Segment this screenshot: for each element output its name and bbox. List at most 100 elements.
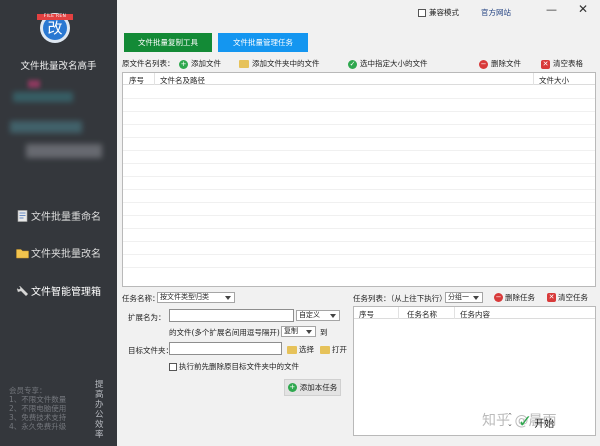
app-logo: 改 FILE REN [37, 13, 73, 43]
to-label: 到 [320, 328, 328, 337]
task-name-select[interactable]: 按文件类型归类 [157, 292, 235, 303]
column-header: 序号 [359, 310, 374, 319]
delete-file-button[interactable]: − 删除文件 [479, 58, 521, 70]
tab-batch-manage-tasks[interactable]: 文件批量管理任务 [218, 33, 308, 52]
row-divider [123, 189, 595, 190]
app-logo-ribbon: FILE REN [37, 14, 73, 20]
start-button-label: 开始 [534, 418, 555, 430]
sidebar-item-smart-toolbox[interactable]: 文件智能管理箱 [16, 283, 101, 298]
select-by-size-label: 选中指定大小的文件 [360, 59, 428, 68]
compat-mode-checkbox[interactable] [418, 8, 426, 17]
delete-before-checkbox[interactable] [169, 362, 177, 371]
extension-mode-select[interactable]: 自定义 [296, 310, 340, 321]
column-header: 文件大小 [539, 76, 569, 85]
minimize-button[interactable]: — [546, 3, 557, 16]
row-divider [123, 254, 595, 255]
folder-open-icon [320, 345, 330, 354]
blurred-account-line [13, 92, 73, 102]
action-select[interactable]: 复制 [281, 326, 316, 337]
add-folder-files-button[interactable]: 添加文件夹中的文件 [239, 58, 320, 70]
member-benefits-text: 会员专享： 1、不限文件数量 2、不限电脑使用 3、免费技术支持 4、永久免费升… [9, 386, 67, 431]
add-file-label: 添加文件 [191, 59, 221, 68]
task-list-table[interactable]: 序号 任务名称 任务内容 [353, 306, 596, 436]
compat-mode-toggle[interactable]: 兼容模式 [418, 7, 459, 18]
folder-icon [16, 248, 29, 258]
sidebar-item-batch-rename[interactable]: 文件批量重命名 [16, 208, 101, 223]
task-name-label: 任务名称： [122, 294, 160, 303]
plus-icon: + [287, 383, 297, 392]
source-list-label: 原文件名列表： [122, 59, 175, 68]
row-divider [123, 202, 595, 203]
close-button[interactable]: ✕ [578, 2, 588, 16]
row-divider [123, 111, 595, 112]
choose-folder-button[interactable]: 选择 [287, 344, 314, 355]
tab-batch-copy-tool[interactable]: 文件批量复制工具 [124, 33, 212, 52]
task-group-select[interactable]: 分组一 [445, 292, 483, 303]
column-header: 序号 [129, 76, 144, 85]
add-file-button[interactable]: + 添加文件 [179, 58, 221, 70]
delete-task-button[interactable]: − 删除任务 [494, 292, 535, 303]
row-divider [123, 215, 595, 216]
row-divider [123, 176, 595, 177]
column-header: 任务名称 [407, 310, 437, 319]
source-file-table[interactable]: 序号 文件名及路径 文件大小 [122, 72, 596, 287]
app-title: 文件批量改名高手 [20, 61, 97, 72]
blurred-account-line [26, 144, 102, 158]
row-divider [123, 241, 595, 242]
row-divider [123, 124, 595, 125]
sidebar-item-folder-rename[interactable]: 文件夹批量改名 [16, 245, 101, 260]
choose-folder-label: 选择 [299, 345, 314, 354]
delete-before-label: 执行前先删除原目标文件夹中的文件 [179, 362, 299, 371]
column-divider [154, 73, 155, 85]
folder-icon [239, 60, 249, 68]
extension-hint: 的文件(多个扩展名间用逗号隔开) [169, 328, 280, 337]
open-folder-button[interactable]: 打开 [320, 344, 347, 355]
select-by-size-button[interactable]: ✓ 选中指定大小的文件 [348, 58, 428, 70]
sidebar: 改 FILE REN 文件批量改名高手 文件批量重命名 文件夹批量改名 文件智能… [0, 0, 117, 446]
add-task-label: 添加本任务 [299, 383, 338, 392]
column-header: 任务内容 [460, 310, 490, 319]
clear-table-button[interactable]: ✕ 清空表格 [541, 58, 583, 70]
task-list-label: 任务列表：（从上往下执行） [353, 294, 447, 303]
document-icon [17, 209, 28, 222]
toolbox-icon [16, 285, 29, 296]
target-folder-input[interactable] [169, 342, 282, 355]
delete-before-toggle[interactable]: 执行前先删除原目标文件夹中的文件 [169, 361, 299, 372]
row-divider [123, 98, 595, 99]
column-divider [533, 73, 534, 85]
row-divider [123, 150, 595, 151]
column-header: 文件名及路径 [160, 76, 205, 85]
delete-file-label: 删除文件 [491, 59, 521, 68]
row-divider [123, 228, 595, 229]
column-divider [454, 307, 455, 319]
delete-task-label: 删除任务 [505, 293, 535, 302]
extension-input[interactable] [169, 309, 294, 322]
row-divider [123, 267, 595, 268]
blurred-account-line [10, 121, 82, 133]
row-divider [123, 163, 595, 164]
sidebar-item-label: 文件批量重命名 [31, 212, 101, 223]
row-divider [123, 137, 595, 138]
close-icon: ✕ [547, 293, 556, 302]
target-folder-label: 目标文件夹： [128, 346, 173, 355]
source-toolbar: 原文件名列表： + 添加文件 添加文件夹中的文件 ✓ 选中指定大小的文件 − 删… [122, 58, 596, 71]
column-divider [398, 307, 399, 319]
sidebar-item-label: 文件夹批量改名 [31, 249, 101, 260]
slogan-vertical-text: 提高办公效率 [95, 380, 104, 440]
add-task-button[interactable]: + 添加本任务 [284, 379, 341, 396]
sidebar-item-label: 文件智能管理箱 [31, 287, 101, 298]
add-folder-files-label: 添加文件夹中的文件 [252, 59, 320, 68]
compat-mode-label: 兼容模式 [429, 8, 459, 17]
source-table-header: 序号 文件名及路径 文件大小 [123, 73, 595, 85]
clear-table-label: 清空表格 [553, 59, 583, 68]
task-table-header: 序号 任务名称 任务内容 [354, 307, 595, 319]
clear-tasks-button[interactable]: ✕ 清空任务 [547, 292, 588, 303]
close-icon: ✕ [541, 59, 550, 69]
clear-tasks-label: 清空任务 [558, 293, 588, 302]
official-site-link[interactable]: 官方网站 [481, 7, 511, 18]
minus-icon: − [494, 293, 503, 302]
minus-icon: − [479, 59, 488, 69]
extension-label: 扩展名为： [128, 313, 166, 322]
check-icon: ✓ [348, 59, 357, 69]
start-button[interactable]: ✓ 开始 [518, 412, 554, 432]
